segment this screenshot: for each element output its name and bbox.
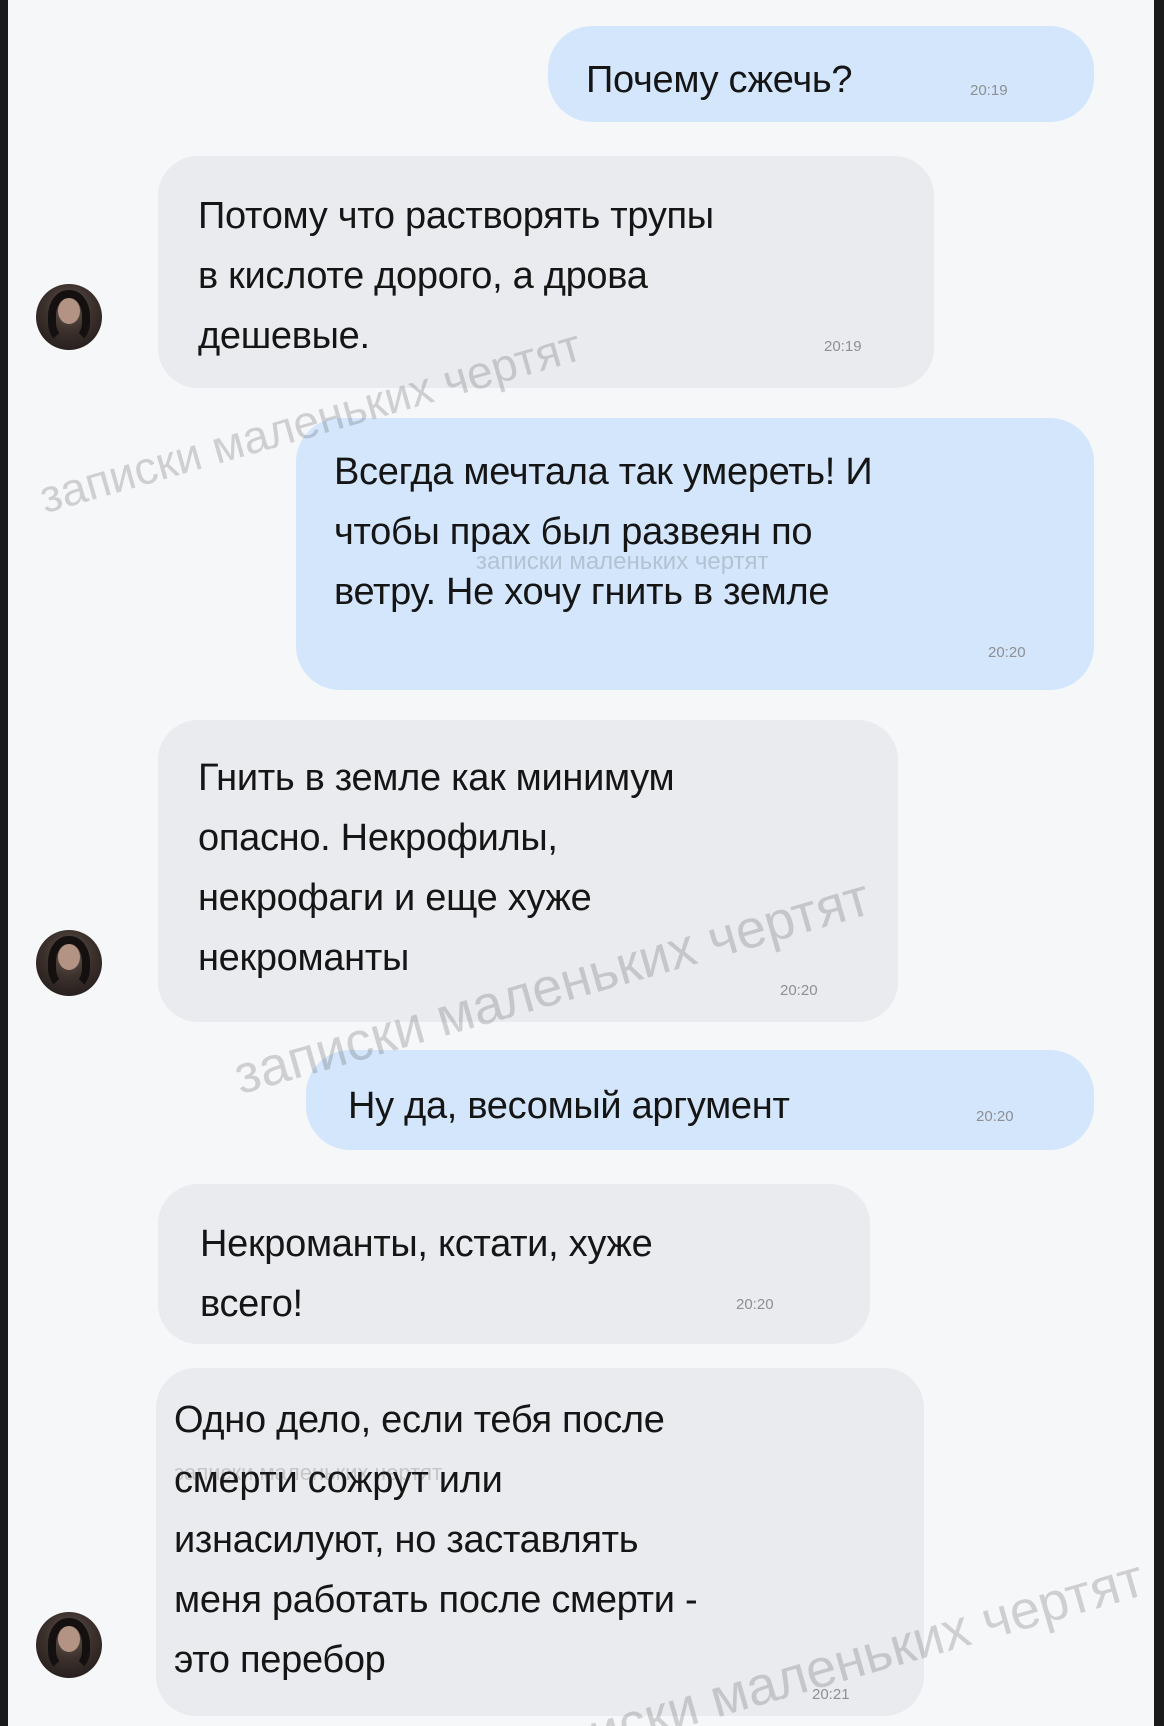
incoming-message[interactable]: Гнить в земле как минимум опасно. Некроф…: [158, 720, 898, 1022]
message-text: Ну да, весомый аргумент: [348, 1085, 790, 1127]
outgoing-message[interactable]: Ну да, весомый аргумент 20:20: [306, 1050, 1094, 1150]
incoming-message[interactable]: Потому что растворять трупы в кислоте до…: [158, 156, 934, 388]
message-text: Гнить в земле как минимум опасно. Некроф…: [198, 757, 675, 979]
message-time: 20:20: [988, 644, 1026, 661]
message-time: 20:20: [780, 982, 818, 999]
outgoing-message[interactable]: Всегда мечтала так умереть! И чтобы прах…: [296, 418, 1094, 690]
message-time: 20:20: [736, 1296, 774, 1313]
avatar-hair: [48, 290, 90, 344]
avatar-hair: [48, 1618, 90, 1672]
contact-avatar[interactable]: [36, 284, 102, 350]
chat-screen: Почему сжечь? 20:19 Потому что растворят…: [8, 0, 1154, 1726]
message-text: Почему сжечь?: [586, 59, 853, 101]
message-text: Одно дело, если тебя после смерти сожрут…: [174, 1399, 698, 1681]
contact-avatar[interactable]: [36, 1612, 102, 1678]
message-time: 20:19: [970, 82, 1008, 99]
message-time: 20:21: [812, 1686, 850, 1703]
message-text: Некроманты, кстати, хуже всего!: [200, 1223, 653, 1325]
incoming-message[interactable]: Некроманты, кстати, хуже всего! 20:20: [158, 1184, 870, 1344]
outgoing-message[interactable]: Почему сжечь? 20:19: [548, 26, 1094, 122]
contact-avatar[interactable]: [36, 930, 102, 996]
incoming-message[interactable]: Одно дело, если тебя после смерти сожрут…: [156, 1368, 924, 1716]
message-time: 20:19: [824, 338, 862, 355]
message-text: Всегда мечтала так умереть! И чтобы прах…: [334, 451, 873, 613]
avatar-hair: [48, 936, 90, 990]
message-time: 20:20: [976, 1108, 1014, 1125]
